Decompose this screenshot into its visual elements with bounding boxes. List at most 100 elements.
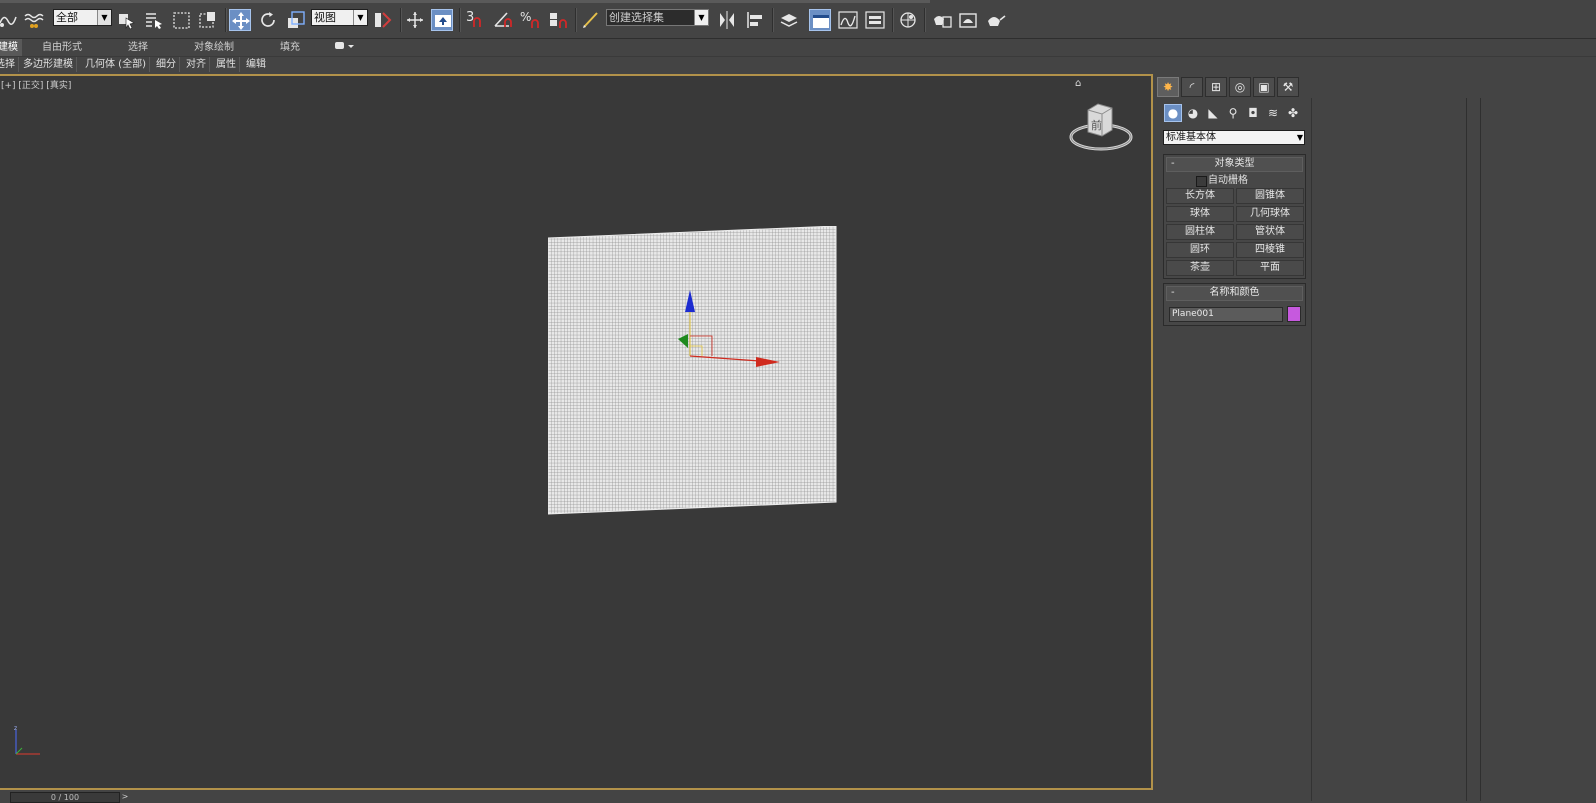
cameras-icon[interactable]: ⚲ <box>1224 104 1242 122</box>
render-setup-icon[interactable] <box>931 9 953 31</box>
schematic-view-icon[interactable] <box>864 9 886 31</box>
systems-icon[interactable]: ✤ <box>1284 104 1302 122</box>
autogrid-checkbox[interactable]: 自动栅格 <box>1164 174 1305 188</box>
reference-coord-value: 视图 <box>314 11 336 24</box>
reference-coord-dropdown[interactable]: 视图 ▼ <box>311 9 368 26</box>
bind-spacewarp-icon[interactable] <box>22 9 44 31</box>
next-frame-button[interactable]: > <box>120 792 130 801</box>
angle-snap-icon[interactable] <box>492 9 514 31</box>
align-icon[interactable] <box>744 9 766 31</box>
select-scale-icon[interactable] <box>285 9 307 31</box>
ribbon-tab-object-paint[interactable]: 对象绘制 <box>190 39 238 56</box>
helpers-icon[interactable]: ◘ <box>1244 104 1262 122</box>
select-rotate-icon[interactable] <box>257 9 279 31</box>
sphere-button[interactable]: 球体 <box>1166 206 1234 222</box>
viewcube-face-label: 前 <box>1091 118 1102 132</box>
ribbon-item-subdivision[interactable]: 细分 <box>153 57 180 72</box>
name-color-row: Plane001 <box>1164 303 1305 325</box>
checkbox-icon[interactable] <box>1196 176 1207 187</box>
ribbon-item-poly-modeling[interactable]: 多边形建模 <box>20 57 77 72</box>
window-crossing-icon[interactable] <box>197 9 219 31</box>
mirror-icon[interactable] <box>716 9 738 31</box>
panel-divider <box>1466 98 1467 801</box>
plane-mesh[interactable] <box>548 226 840 526</box>
viewcube[interactable]: 前 <box>1068 100 1134 156</box>
layer-manager-icon[interactable] <box>778 9 800 31</box>
panel-divider <box>1480 98 1481 801</box>
graphite-toolbar-icon[interactable] <box>809 9 831 31</box>
command-panel: ✸ ◜ ⊞ ◎ ▣ ⚒ ● ◕ ◣ ⚲ ◘ ≋ ✤ 标准基本体 ▼ - 对象类型… <box>1155 74 1311 801</box>
frame-counter[interactable]: 0 / 100 <box>10 792 120 803</box>
rendered-frame-icon[interactable] <box>957 9 979 31</box>
select-object-icon[interactable] <box>115 9 137 31</box>
tube-button[interactable]: 管状体 <box>1236 224 1304 240</box>
toolbar-separator <box>459 8 461 32</box>
plane-button[interactable]: 平面 <box>1236 260 1304 276</box>
spinner-snap-icon[interactable] <box>547 9 569 31</box>
selection-filter-value: 全部 <box>56 11 78 24</box>
select-manipulate-icon[interactable] <box>404 9 426 31</box>
pyramid-button[interactable]: 四棱锥 <box>1236 242 1304 258</box>
ribbon-item-geometry-all[interactable]: 几何体 (全部) <box>82 57 150 72</box>
object-color-swatch[interactable] <box>1287 306 1301 322</box>
curve-editor-icon[interactable] <box>837 9 859 31</box>
ribbon-tab-populate[interactable]: 填充 <box>276 39 304 56</box>
cylinder-button[interactable]: 圆柱体 <box>1166 224 1234 240</box>
ribbon-item-edit[interactable]: 编辑 <box>243 57 269 72</box>
secondary-panel <box>1311 98 1596 801</box>
name-color-header[interactable]: - 名称和颜色 <box>1166 286 1303 301</box>
home-icon[interactable]: ⌂ <box>1075 78 1081 89</box>
modify-tab[interactable]: ◜ <box>1181 77 1203 97</box>
ribbon-item-properties[interactable]: 属性 <box>213 57 240 72</box>
motion-tab[interactable]: ◎ <box>1229 77 1251 97</box>
named-selection-dropdown[interactable]: 创建选择集 ▼ <box>606 9 709 26</box>
spacewarps-icon[interactable]: ≋ <box>1264 104 1282 122</box>
utilities-tab[interactable]: ⚒ <box>1277 77 1299 97</box>
object-category-dropdown[interactable]: 标准基本体 ▼ <box>1163 130 1305 145</box>
ribbon-tab-freeform[interactable]: 自由形式 <box>38 39 86 56</box>
keyboard-shortcut-icon[interactable] <box>431 9 453 31</box>
object-type-title: 对象类型 <box>1214 158 1255 169</box>
perspective-viewport[interactable]: [+] [正交] [真实] ⌂ 前 z <box>0 74 1153 790</box>
torus-button[interactable]: 圆环 <box>1166 242 1234 258</box>
edit-named-selection-icon[interactable] <box>580 9 602 31</box>
ribbon-tab-selection[interactable]: 选择 <box>124 39 152 56</box>
ribbon-options-icon[interactable] <box>330 39 360 56</box>
ribbon-item-select[interactable]: 选择 <box>0 57 19 72</box>
select-move-icon[interactable] <box>229 9 251 31</box>
toolbar-separator <box>772 8 774 32</box>
material-editor-icon[interactable] <box>897 9 919 31</box>
ribbon-item-align[interactable]: 对齐 <box>183 57 210 72</box>
geometry-icon[interactable]: ● <box>1164 104 1182 122</box>
svg-text:%: % <box>520 10 531 24</box>
chevron-down-icon: ▼ <box>353 10 367 25</box>
lights-icon[interactable]: ◣ <box>1204 104 1222 122</box>
geosphere-button[interactable]: 几何球体 <box>1236 206 1304 222</box>
object-name-input[interactable]: Plane001 <box>1169 307 1283 322</box>
create-tab[interactable]: ✸ <box>1157 77 1179 97</box>
snap-toggle-icon[interactable]: 3 <box>463 9 485 31</box>
cone-button[interactable]: 圆锥体 <box>1236 188 1304 204</box>
shapes-icon[interactable]: ◕ <box>1184 104 1202 122</box>
hierarchy-tab[interactable]: ⊞ <box>1205 77 1227 97</box>
ribbon-tab-bar: 建模 自由形式 选择 对象绘制 填充 <box>0 39 1596 57</box>
name-color-title: 名称和颜色 <box>1209 287 1260 298</box>
chevron-down-icon: ▼ <box>694 10 708 25</box>
percent-snap-icon[interactable]: % <box>519 9 541 31</box>
box-button[interactable]: 长方体 <box>1166 188 1234 204</box>
rect-selection-icon[interactable] <box>171 9 193 31</box>
selection-filter-dropdown[interactable]: 全部 ▼ <box>53 9 112 26</box>
link-icon[interactable] <box>0 9 18 31</box>
ribbon-panel-bar: 选择 多边形建模 几何体 (全部) 细分 对齐 属性 编辑 <box>0 57 1596 72</box>
teapot-button[interactable]: 茶壶 <box>1166 260 1234 276</box>
world-axis-tripod: z <box>14 725 40 755</box>
object-type-header[interactable]: - 对象类型 <box>1166 157 1303 172</box>
pivot-center-icon[interactable] <box>372 9 394 31</box>
collapse-icon: - <box>1171 158 1175 169</box>
viewport-label[interactable]: [+] [正交] [真实] <box>1 78 71 91</box>
chevron-down-icon: ▼ <box>97 10 111 25</box>
display-tab[interactable]: ▣ <box>1253 77 1275 97</box>
render-production-icon[interactable] <box>985 9 1007 31</box>
select-by-name-icon[interactable] <box>143 9 165 31</box>
ribbon-tab-modeling[interactable]: 建模 <box>0 39 22 56</box>
